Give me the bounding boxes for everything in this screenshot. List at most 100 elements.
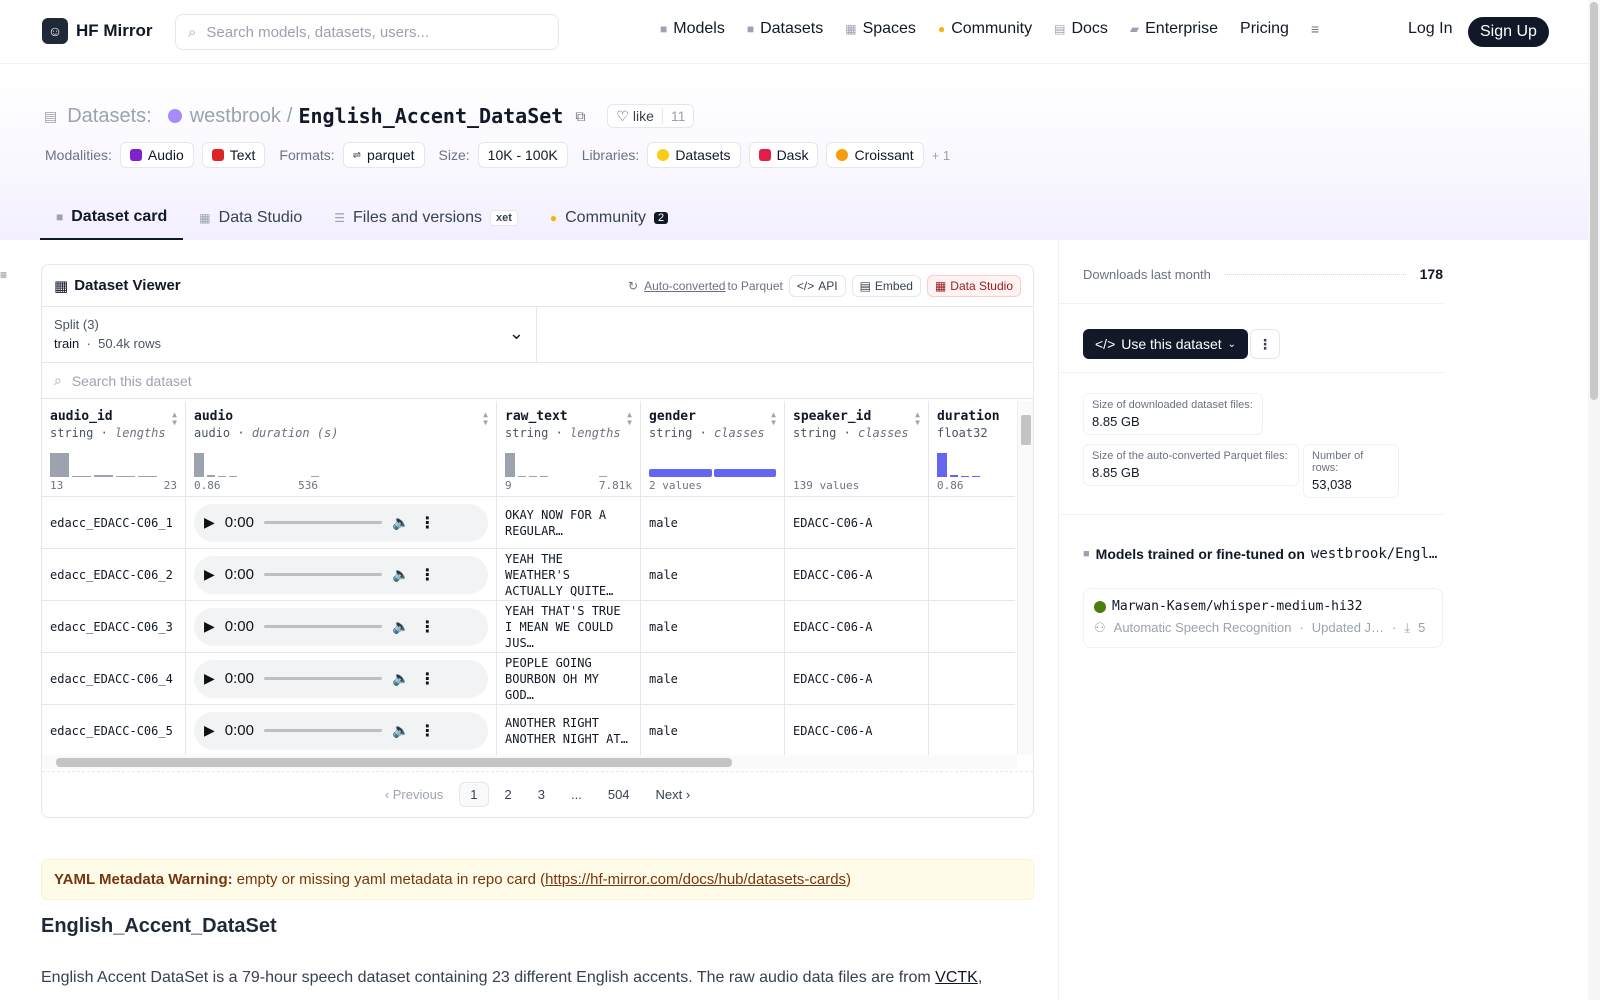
sort-icon[interactable]: ▲ ▼	[483, 411, 488, 427]
embed-button[interactable]: ▤ Embed	[851, 274, 921, 297]
use-dataset-button[interactable]: </> Use this dataset ⌄	[1083, 329, 1249, 359]
auto-converted-link[interactable]: Auto-converted	[644, 279, 725, 293]
library-dask[interactable]: Dask	[748, 142, 819, 168]
grid-vertical-scrollbar[interactable]	[1017, 401, 1033, 755]
owner-link[interactable]: westbrook	[190, 105, 281, 128]
viewer-search[interactable]: ⌕	[42, 363, 1033, 399]
signup-button[interactable]: Sign Up	[1468, 17, 1549, 47]
tab-community[interactable]: ● Community 2	[534, 196, 684, 240]
more-vertical-icon[interactable]: ⋮	[419, 565, 435, 585]
data-studio-button[interactable]: ▦ Data Studio	[926, 274, 1021, 297]
page-504[interactable]: 504	[598, 783, 640, 806]
tab-data-studio[interactable]: ▦ Data Studio	[183, 196, 318, 240]
more-vertical-icon[interactable]: ⋮	[419, 617, 435, 637]
table-row[interactable]: edacc_EDACC-C06_1 ▶ 0:00 🔈 ⋮ OKAY NOW FOR A…	[42, 497, 1015, 549]
sort-icon[interactable]: ▲ ▼	[627, 411, 632, 427]
library-datasets[interactable]: Datasets	[647, 142, 741, 168]
scroll-thumb[interactable]	[56, 758, 732, 767]
warning-link[interactable]: https://hf-mirror.com/docs/hub/datasets-…	[545, 871, 846, 888]
play-icon[interactable]: ▶	[204, 670, 215, 687]
format-parquet[interactable]: ⇌ parquet	[342, 142, 425, 168]
viewer-search-input[interactable]	[71, 372, 472, 389]
audio-player[interactable]: ▶ 0:00 🔈 ⋮	[194, 555, 488, 594]
nav-community[interactable]: ● Community	[938, 20, 1032, 38]
audio-player[interactable]: ▶ 0:00 🔈 ⋮	[194, 711, 488, 750]
audio-progress[interactable]	[263, 677, 382, 680]
nav-docs[interactable]: ▤ Docs	[1054, 20, 1108, 38]
smiley-icon: ●	[937, 22, 946, 36]
table-row[interactable]: edacc_EDACC-C06_2 ▶ 0:00 🔈 ⋮ YEAH THE WEATH…	[42, 549, 1015, 601]
size-chip[interactable]: 10K - 100K	[477, 142, 568, 168]
global-search[interactable]: ⌕	[175, 14, 559, 50]
audio-progress[interactable]	[263, 625, 382, 628]
play-icon[interactable]: ▶	[204, 722, 215, 739]
dataset-name[interactable]: English_Accent_DataSet	[298, 104, 563, 128]
volume-icon[interactable]: 🔈	[392, 722, 409, 739]
play-icon[interactable]: ▶	[204, 514, 215, 531]
table-row[interactable]: edacc_EDACC-C06_5 ▶ 0:00 🔈 ⋮ ANOTHER RIGHT …	[42, 705, 1015, 755]
audio-progress[interactable]	[263, 729, 382, 732]
grid-horizontal-scrollbar[interactable]	[42, 755, 1017, 769]
tab-files-and-versions[interactable]: ☰ Files and versions xet	[318, 196, 534, 240]
scroll-thumb[interactable]	[1021, 415, 1031, 445]
login-link[interactable]: Log In	[1408, 20, 1452, 38]
tab-dataset-card[interactable]: ■ Dataset card	[40, 196, 184, 240]
more-vertical-icon[interactable]: ⋮	[419, 721, 435, 741]
model-card[interactable]: Marwan-Kasem/whisper-medium-hi32 ⚇ Autom…	[1083, 588, 1443, 648]
page-2[interactable]: 2	[495, 783, 522, 806]
vctk-link[interactable]: VCTK	[935, 969, 978, 986]
column-audio[interactable]: audio audio · duration (s) ▲ ▼ 0.86 536	[186, 401, 497, 496]
modality-text[interactable]: Text	[201, 142, 266, 168]
volume-icon[interactable]: 🔈	[392, 618, 409, 635]
page-1[interactable]: 1	[459, 782, 489, 807]
audio-progress[interactable]	[263, 573, 382, 576]
nav-pricing[interactable]: Pricing	[1240, 20, 1289, 38]
audio-progress[interactable]	[263, 521, 382, 524]
like-button[interactable]: ♡ like 11	[607, 104, 695, 128]
nav-datasets[interactable]: ■ Datasets	[747, 20, 823, 38]
volume-icon[interactable]: 🔈	[392, 670, 409, 687]
previous-page-button[interactable]: ‹ Previous	[375, 783, 454, 806]
table-row[interactable]: edacc_EDACC-C06_3 ▶ 0:00 🔈 ⋮ YEAH THAT'S TR…	[42, 601, 1015, 653]
toc-toggle-icon[interactable]: ≡	[0, 268, 7, 282]
split-selector[interactable]: Split (3) train · 50.4k rows ⌄	[42, 307, 537, 362]
column-gender[interactable]: gender string · classes ▲ ▼ 2 values	[641, 401, 785, 496]
column-audio-id[interactable]: audio_id string · lengths ▲ ▼ 13 23	[42, 401, 186, 496]
nav-models[interactable]: ■ Models	[660, 20, 725, 38]
libraries-more[interactable]: + 1	[932, 148, 950, 163]
column-duration[interactable]: duration float32 0.86	[929, 401, 1015, 496]
library-croissant[interactable]: Croissant	[826, 142, 924, 168]
sort-icon[interactable]: ▲ ▼	[915, 411, 920, 427]
scroll-thumb[interactable]	[1590, 2, 1598, 400]
sort-icon[interactable]: ▲ ▼	[771, 411, 776, 427]
nav-enterprise[interactable]: ▰ Enterprise	[1130, 20, 1218, 38]
volume-icon[interactable]: 🔈	[392, 566, 409, 583]
modality-audio[interactable]: Audio	[119, 142, 194, 168]
play-icon[interactable]: ▶	[204, 618, 215, 635]
more-menu-icon[interactable]: ≡	[1311, 21, 1319, 37]
next-page-button[interactable]: Next ›	[646, 783, 701, 806]
table-row[interactable]: edacc_EDACC-C06_4 ▶ 0:00 🔈 ⋮ PEOPLE GOING B…	[42, 653, 1015, 705]
brand[interactable]: ☺ HF Mirror	[42, 18, 153, 44]
audio-player[interactable]: ▶ 0:00 🔈 ⋮	[194, 607, 488, 646]
modality-audio-label: Audio	[147, 147, 184, 163]
more-vertical-icon[interactable]: ⋮	[419, 513, 435, 533]
more-vertical-icon[interactable]: ⋮	[419, 669, 435, 689]
audio-player[interactable]: ▶ 0:00 🔈 ⋮	[194, 503, 488, 542]
play-icon[interactable]: ▶	[204, 566, 215, 583]
volume-icon[interactable]: 🔈	[392, 514, 409, 531]
warning-close-paren: )	[846, 871, 852, 888]
page-scrollbar[interactable]	[1588, 0, 1600, 1000]
range-max: 536	[298, 479, 318, 492]
audio-player[interactable]: ▶ 0:00 🔈 ⋮	[194, 659, 488, 698]
page-3[interactable]: 3	[528, 783, 555, 806]
column-speaker-id[interactable]: speaker_id string · classes ▲ ▼ 139 value…	[785, 401, 929, 496]
sort-icon[interactable]: ▲ ▼	[172, 411, 177, 427]
repo-meta: Modalities: Audio Text Formats: ⇌ parquet…	[45, 142, 950, 168]
global-search-input[interactable]	[206, 23, 527, 41]
more-options-button[interactable]: ⋮	[1250, 329, 1280, 359]
copy-icon[interactable]: ⧉	[575, 108, 585, 125]
column-raw-text[interactable]: raw_text string · lengths ▲ ▼ 9 7.81k	[497, 401, 641, 496]
api-button[interactable]: </> API	[788, 274, 846, 297]
nav-spaces[interactable]: ▦ Spaces	[845, 20, 916, 38]
